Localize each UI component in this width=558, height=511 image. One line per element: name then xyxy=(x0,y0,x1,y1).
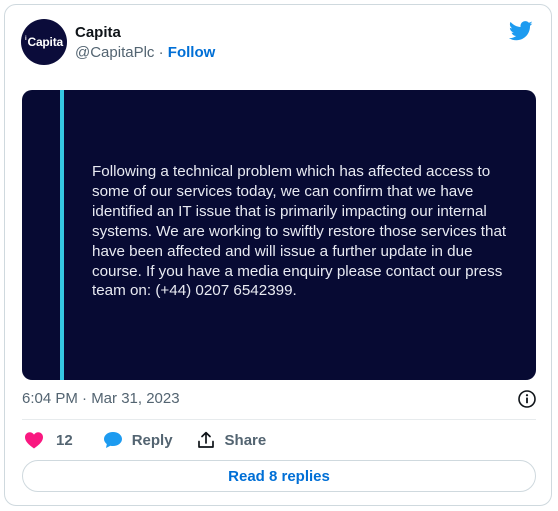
author-handle[interactable]: @CapitaPlc xyxy=(75,44,154,61)
media-statement-text: Following a technical problem which has … xyxy=(92,163,507,300)
heart-icon xyxy=(25,432,43,449)
avatar-text: Capita xyxy=(27,35,63,49)
media-accent-bar xyxy=(60,90,64,380)
handle-separator: · xyxy=(154,44,168,61)
speech-bubble-icon xyxy=(103,432,122,448)
tweet-card: i Capita Capita @CapitaPlc · Follow Follo… xyxy=(4,4,552,506)
info-icon[interactable] xyxy=(517,389,537,409)
avatar[interactable]: i Capita xyxy=(21,19,67,65)
author-display-name[interactable]: Capita xyxy=(75,24,121,41)
avatar-mark: i xyxy=(25,36,27,42)
reply-label: Reply xyxy=(131,431,173,449)
tweet-timestamp[interactable]: 6:04 PM · Mar 31, 2023 xyxy=(22,390,180,407)
tweet-media-image[interactable]: Following a technical problem which has … xyxy=(22,90,536,380)
like-count: 12 xyxy=(56,431,73,449)
author-handle-row: @CapitaPlc · Follow xyxy=(75,44,215,61)
divider xyxy=(22,419,536,420)
share-button[interactable]: Share xyxy=(197,431,267,449)
twitter-bird-icon[interactable] xyxy=(509,21,533,41)
share-label: Share xyxy=(224,431,267,449)
tweet-actions: 12 Reply Share xyxy=(22,429,266,451)
reply-button[interactable]: Reply xyxy=(103,431,173,449)
follow-button[interactable]: Follow xyxy=(168,44,216,61)
read-replies-button[interactable]: Read 8 replies xyxy=(22,460,536,492)
like-button[interactable]: 12 xyxy=(22,431,73,449)
share-arrow-icon xyxy=(197,431,214,448)
